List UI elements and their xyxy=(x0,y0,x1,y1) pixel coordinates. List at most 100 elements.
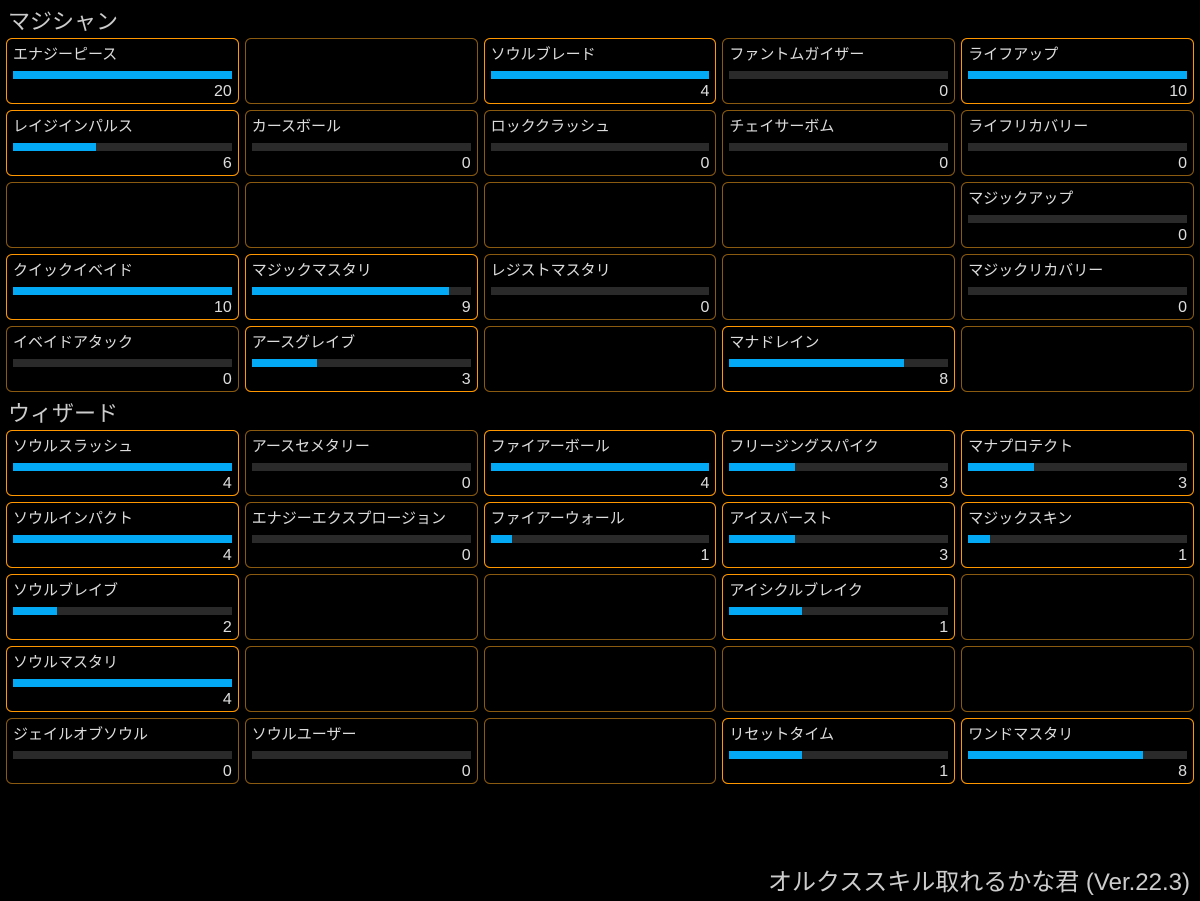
skill-bar-track xyxy=(491,71,710,79)
skill-grid: ソウルスラッシュ4 アースセメタリー 0 ファイアーボール4フリージングスパイク3マナ… xyxy=(0,430,1200,784)
skill-cell[interactable]: ソウルスラッシュ4 xyxy=(6,430,239,496)
skill-name: ソウルブレイブ xyxy=(13,579,232,600)
skill-cell[interactable]: マナプロテクト3 xyxy=(961,430,1194,496)
skill-value: 3 xyxy=(729,475,948,493)
skill-value: 3 xyxy=(252,371,471,389)
skill-bar-track xyxy=(729,71,948,79)
skill-cell[interactable]: レイジインパルス 6 xyxy=(6,110,239,176)
skill-cell[interactable]: ジェイルオブソウル0 xyxy=(6,718,239,784)
skill-name: アイシクルブレイク xyxy=(729,579,948,600)
skill-bar-track xyxy=(491,535,710,543)
skill-bar-fill xyxy=(252,359,318,367)
skill-name: チェイサーボム xyxy=(729,115,948,136)
skill-name: マジックアップ xyxy=(968,187,1187,208)
skill-bar-fill xyxy=(13,607,57,615)
skill-bar-track xyxy=(252,359,471,367)
skill-bar-track xyxy=(968,751,1187,759)
skill-value: 0 xyxy=(968,299,1187,317)
skill-value: 0 xyxy=(729,155,948,173)
skill-value: 20 xyxy=(13,83,232,101)
skill-bar-fill xyxy=(968,463,1034,471)
skill-cell-empty xyxy=(484,182,717,248)
skill-name: アースセメタリー xyxy=(252,435,471,456)
skill-cell[interactable]: ファイアーウォール1 xyxy=(484,502,717,568)
skill-cell-empty xyxy=(484,718,717,784)
skill-cell-empty xyxy=(722,646,955,712)
skill-value: 0 xyxy=(252,475,471,493)
skill-value: 0 xyxy=(491,299,710,317)
skill-bar-fill xyxy=(729,751,801,759)
skill-cell[interactable]: ソウルマスタリ4 xyxy=(6,646,239,712)
skill-value: 0 xyxy=(968,155,1187,173)
skill-name: ソウルユーザー xyxy=(252,723,471,744)
skill-cell[interactable]: カースボール0 xyxy=(245,110,478,176)
skill-value: 6 xyxy=(13,155,232,173)
skill-name: ソウルインパクト xyxy=(13,507,232,528)
skill-value: 1 xyxy=(968,547,1187,565)
skill-bar-track xyxy=(252,143,471,151)
skill-name: イベイドアタック xyxy=(13,331,232,352)
skill-value: 8 xyxy=(729,371,948,389)
skill-cell[interactable]: フリージングスパイク3 xyxy=(722,430,955,496)
skill-cell[interactable]: リセットタイム1 xyxy=(722,718,955,784)
skill-value: 0 xyxy=(252,155,471,173)
skill-name: アイスバースト xyxy=(729,507,948,528)
skill-name: ファントムガイザー xyxy=(729,43,948,64)
skill-bar-fill xyxy=(729,535,795,543)
skill-cell-empty xyxy=(6,182,239,248)
skill-cell[interactable]: ファントムガイザー0 xyxy=(722,38,955,104)
skill-name: ライフリカバリー xyxy=(968,115,1187,136)
skill-bar-fill xyxy=(491,535,513,543)
footer-version: オルクススキル取れるかな君 (Ver.22.3) xyxy=(768,862,1190,897)
skill-value: 8 xyxy=(968,763,1187,781)
skill-name: ジェイルオブソウル xyxy=(13,723,232,744)
section-title: ウィザード xyxy=(0,392,1200,430)
skill-name: ファイアーウォール xyxy=(491,507,710,528)
skill-cell[interactable]: イベイドアタック0 xyxy=(6,326,239,392)
skill-value: 4 xyxy=(13,691,232,709)
skill-cell[interactable]: ライフアップ10 xyxy=(961,38,1194,104)
skill-cell-empty xyxy=(245,182,478,248)
skill-cell[interactable]: マジックリカバリー0 xyxy=(961,254,1194,320)
skill-name: ライフアップ xyxy=(968,43,1187,64)
skill-name: ワンドマスタリ xyxy=(968,723,1187,744)
skill-bar-track xyxy=(13,359,232,367)
skill-name: アースグレイブ xyxy=(252,331,471,352)
skill-bar-track xyxy=(968,287,1187,295)
skill-cell[interactable]: ソウルユーザー0 xyxy=(245,718,478,784)
skill-cell[interactable]: ロッククラッシュ0 xyxy=(484,110,717,176)
skill-cell-empty xyxy=(961,646,1194,712)
skill-cell[interactable]: チェイサーボム 0 xyxy=(722,110,955,176)
skill-bar-fill xyxy=(968,71,1187,79)
skill-bar-fill xyxy=(13,679,232,687)
skill-bar-fill xyxy=(13,143,96,151)
skill-bar-track xyxy=(729,751,948,759)
skill-cell[interactable]: アースセメタリー 0 xyxy=(245,430,478,496)
skill-bar-fill xyxy=(729,359,904,367)
skill-cell[interactable]: ソウルインパクト4 xyxy=(6,502,239,568)
skill-cell[interactable]: マジックマスタリ9 xyxy=(245,254,478,320)
skill-cell[interactable]: エナジーエクスプロージョン0 xyxy=(245,502,478,568)
skill-bar-track xyxy=(252,463,471,471)
skill-cell[interactable]: マジックアップ0 xyxy=(961,182,1194,248)
skill-cell[interactable]: アイスバースト3 xyxy=(722,502,955,568)
skill-value: 4 xyxy=(491,83,710,101)
skill-cell[interactable]: ワンドマスタリ 8 xyxy=(961,718,1194,784)
skill-cell[interactable]: アースグレイブ 3 xyxy=(245,326,478,392)
skill-bar-track xyxy=(13,535,232,543)
skill-cell[interactable]: ファイアーボール4 xyxy=(484,430,717,496)
skill-bar-track xyxy=(729,535,948,543)
skill-bar-track xyxy=(13,287,232,295)
skill-cell[interactable]: エナジーピース20 xyxy=(6,38,239,104)
skill-cell[interactable]: クイックイベイド10 xyxy=(6,254,239,320)
skill-bar-track xyxy=(491,143,710,151)
skill-cell[interactable]: レジストマスタリ0 xyxy=(484,254,717,320)
skill-cell[interactable]: ライフリカバリー 0 xyxy=(961,110,1194,176)
skill-cell[interactable]: マナドレイン8 xyxy=(722,326,955,392)
skill-name: クイックイベイド xyxy=(13,259,232,280)
skill-cell[interactable]: アイシクルブレイク1 xyxy=(722,574,955,640)
skill-cell[interactable]: ソウルブレード4 xyxy=(484,38,717,104)
skill-cell[interactable]: ソウルブレイブ2 xyxy=(6,574,239,640)
skill-name: レイジインパルス xyxy=(13,115,232,136)
skill-cell[interactable]: マジックスキン1 xyxy=(961,502,1194,568)
